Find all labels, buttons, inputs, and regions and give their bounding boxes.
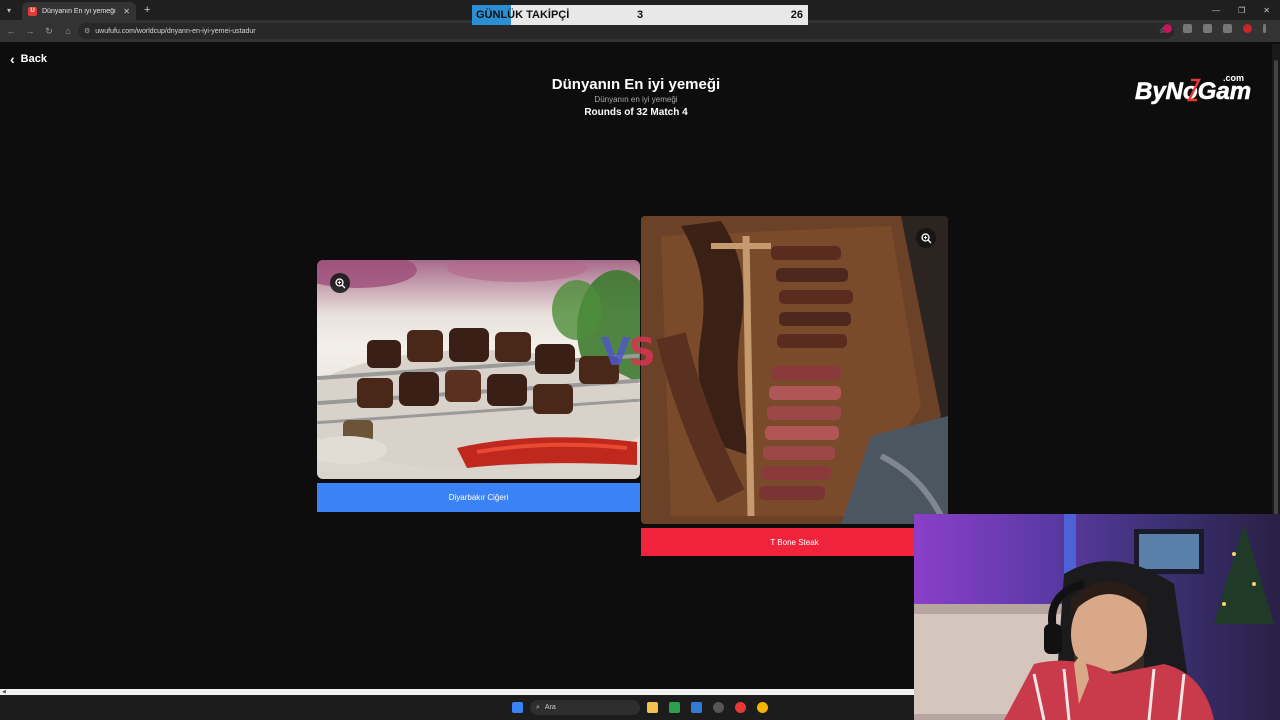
forward-arrow-icon[interactable]: → [25, 26, 35, 36]
tab-list-dropdown-icon[interactable]: ▾ [0, 0, 18, 20]
vs-v-letter: V [601, 330, 630, 374]
follower-goal-label: GÜNLÜK TAKİPÇİ [476, 9, 570, 21]
tab-title: Dünyanın En iyi yemeği | UwUf... [42, 7, 118, 15]
choose-right-button[interactable]: T Bone Steak [641, 528, 948, 556]
media-player-icon[interactable] [735, 702, 746, 713]
streamer-webcam [914, 514, 1280, 720]
follower-goal-bar: GÜNLÜK TAKİPÇİ 3 26 [472, 5, 808, 25]
search-icon: ⌕ [536, 703, 540, 711]
option-right-image[interactable] [641, 216, 948, 524]
chevron-left-icon: ‹ [10, 51, 15, 67]
windows-start-icon[interactable] [512, 702, 523, 713]
file-explorer-icon[interactable] [647, 702, 658, 713]
reload-icon[interactable]: ↻ [44, 26, 54, 37]
window-controls: — ❐ ✕ [1212, 0, 1270, 20]
follower-current-count: 3 [637, 9, 644, 21]
minimize-icon[interactable]: — [1212, 6, 1220, 15]
bynogame-logo: ByNoGame .com [1135, 73, 1251, 105]
address-bar[interactable]: ⚙ uwufufu.com/worldcup/dnyann-en-iyi-yem… [78, 23, 1174, 39]
vs-badge: VS [601, 330, 656, 374]
media-controls-icon[interactable] [1203, 24, 1212, 33]
obs-icon[interactable] [713, 702, 724, 713]
zoom-left-button[interactable] [330, 273, 350, 293]
tab-close-icon[interactable]: ✕ [123, 7, 130, 16]
round-info: Rounds of 32 Match 4 [584, 107, 688, 118]
site-info-icon[interactable]: ⚙ [84, 27, 90, 35]
new-tab-icon[interactable]: + [144, 4, 150, 16]
taskbar-search-placeholder: Ara [544, 704, 556, 711]
browser-tab-active[interactable]: U Dünyanın En iyi yemeği | UwUf... ✕ [22, 2, 136, 20]
profile-avatar-icon[interactable] [1243, 24, 1252, 33]
page-subtitle: Dünyanın en iyi yemeği [594, 95, 678, 104]
site-favicon-icon: U [28, 6, 37, 16]
browser-menu-icon[interactable] [1263, 24, 1266, 33]
home-icon[interactable]: ⌂ [63, 26, 73, 36]
zoom-right-button[interactable] [916, 228, 936, 248]
app-green-icon[interactable] [669, 702, 680, 713]
vs-s-letter: S [628, 330, 655, 374]
zoom-in-icon [920, 232, 931, 243]
choose-left-button[interactable]: Diyarbakır Ciğeri [317, 483, 640, 512]
back-arrow-icon[interactable]: ← [6, 26, 16, 36]
chrome-icon[interactable] [757, 702, 768, 713]
extension-icons [1163, 24, 1266, 33]
option-left-image[interactable] [317, 260, 640, 479]
back-label: Back [20, 53, 47, 65]
page-title: Dünyanın En iyi yemeği [551, 76, 721, 93]
url-text: uwufufu.com/worldcup/dnyann-en-iyi-yemei… [95, 27, 256, 35]
app-blue-icon[interactable] [691, 702, 702, 713]
extensions-puzzle-icon[interactable] [1183, 24, 1192, 33]
download-icon[interactable] [1223, 24, 1232, 33]
zoom-in-icon [334, 277, 345, 288]
maximize-icon[interactable]: ❐ [1238, 6, 1245, 15]
close-window-icon[interactable]: ✕ [1263, 6, 1270, 15]
windows-taskbar [0, 695, 914, 720]
follower-goal-count: 26 [790, 9, 803, 21]
logo-suffix: .com [1223, 73, 1244, 83]
extension-icon[interactable] [1163, 24, 1172, 33]
taskbar-search[interactable]: ⌕ Ara [530, 700, 640, 715]
back-button[interactable]: ‹ Back [10, 52, 47, 66]
